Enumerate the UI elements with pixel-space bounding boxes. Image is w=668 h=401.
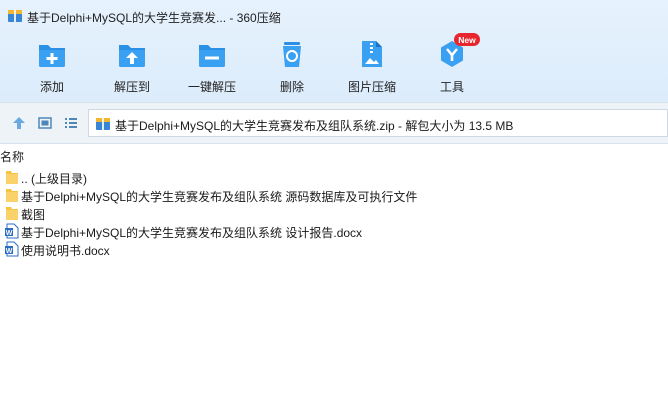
new-badge: New bbox=[454, 33, 480, 46]
list-item[interactable]: 截图 bbox=[0, 204, 668, 222]
image-compress-button[interactable]: 图片压缩 bbox=[332, 34, 412, 98]
list-item[interactable]: 基于Delphi+MySQL的大学生竞赛发布及组队系统 源码数据库及可执行文件 bbox=[0, 186, 668, 204]
add-icon bbox=[39, 45, 65, 67]
svg-text:W: W bbox=[6, 230, 13, 237]
one-click-extract-icon bbox=[199, 45, 225, 67]
svg-text:W: W bbox=[6, 248, 13, 255]
zip-file-icon bbox=[96, 118, 110, 130]
folder-icon bbox=[6, 207, 18, 220]
word-document-icon: W bbox=[5, 241, 19, 257]
delete-label: 删除 bbox=[279, 80, 304, 94]
list-item-name: .. (上级目录) bbox=[21, 172, 87, 186]
thumbnail-view-icon[interactable] bbox=[37, 115, 53, 131]
word-document-icon: W bbox=[5, 223, 19, 239]
extract-to-label: 解压到 bbox=[113, 80, 150, 94]
tools-button[interactable]: New 工具 bbox=[412, 33, 492, 98]
toolbar: 添加 解压到 一键解压 删除 图片压缩 New 工具 bbox=[0, 33, 668, 98]
path-field[interactable]: 基于Delphi+MySQL的大学生竞赛发布及组队系统.zip - 解包大小为 … bbox=[88, 109, 668, 137]
extract-to-button[interactable]: 解压到 bbox=[92, 34, 172, 98]
list-item-name: 基于Delphi+MySQL的大学生竞赛发布及组队系统 源码数据库及可执行文件 bbox=[21, 190, 418, 204]
column-header-name[interactable]: 名称 bbox=[0, 148, 24, 165]
list-item-name: 基于Delphi+MySQL的大学生竞赛发布及组队系统 设计报告.docx bbox=[21, 226, 363, 240]
image-compress-icon bbox=[362, 41, 382, 67]
title-bar: 基于Delphi+MySQL的大学生竞赛发... - 360压缩 bbox=[0, 0, 668, 32]
list-item[interactable]: W 使用说明书.docx bbox=[0, 240, 668, 258]
list-item-name: 使用说明书.docx bbox=[21, 244, 110, 258]
window-title: 基于Delphi+MySQL的大学生竞赛发... - 360压缩 bbox=[27, 11, 281, 25]
folder-icon bbox=[6, 189, 18, 202]
extract-to-icon bbox=[119, 45, 145, 67]
address-bar: 基于Delphi+MySQL的大学生竞赛发布及组队系统.zip - 解包大小为 … bbox=[0, 102, 668, 144]
add-label: 添加 bbox=[39, 80, 64, 94]
list-item-name: 截图 bbox=[21, 208, 46, 222]
archive-app-icon bbox=[8, 10, 22, 22]
delete-icon bbox=[283, 42, 301, 67]
image-compress-label: 图片压缩 bbox=[347, 80, 396, 94]
one-click-extract-button[interactable]: 一键解压 bbox=[172, 34, 252, 98]
tools-label: 工具 bbox=[439, 80, 464, 94]
up-arrow-icon[interactable] bbox=[11, 115, 27, 131]
list-view-icon[interactable] bbox=[63, 115, 79, 131]
add-button[interactable]: 添加 bbox=[12, 34, 92, 98]
path-text: 基于Delphi+MySQL的大学生竞赛发布及组队系统.zip - 解包大小为 … bbox=[115, 119, 514, 133]
list-item-parent-folder[interactable]: .. (上级目录) bbox=[0, 168, 668, 186]
top-panel: 基于Delphi+MySQL的大学生竞赛发... - 360压缩 添加 解压到 bbox=[0, 0, 668, 102]
delete-button[interactable]: 删除 bbox=[252, 34, 332, 98]
folder-icon bbox=[6, 171, 18, 184]
new-badge-text: New bbox=[458, 35, 476, 45]
list-item[interactable]: W 基于Delphi+MySQL的大学生竞赛发布及组队系统 设计报告.docx bbox=[0, 222, 668, 240]
file-list: .. (上级目录) 基于Delphi+MySQL的大学生竞赛发布及组队系统 源码… bbox=[0, 168, 668, 258]
one-click-extract-label: 一键解压 bbox=[187, 80, 236, 94]
